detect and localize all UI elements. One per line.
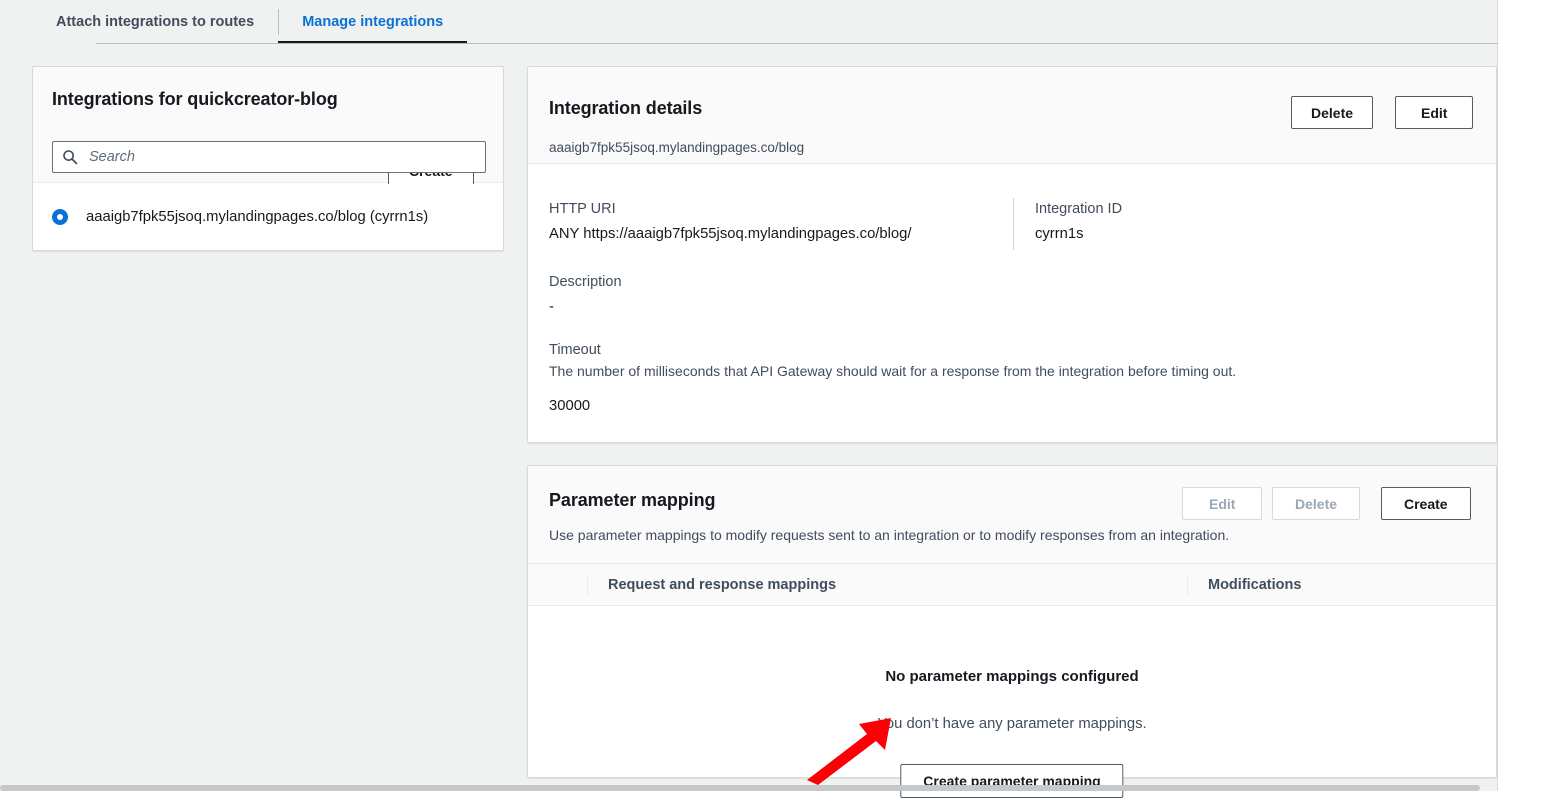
tab-attach-integrations-to-routes[interactable]: Attach integrations to routes [32,0,278,44]
delete-integration-button[interactable]: Delete [1291,96,1374,129]
list-item[interactable]: aaaigb7fpk55jsoq.mylandingpages.co/blog … [33,184,503,250]
parameter-mapping-subtitle: Use parameter mappings to modify request… [549,527,1230,543]
field-value: - [549,299,554,315]
delete-parameter-mapping-button: Delete [1272,487,1361,520]
field-label: HTTP URI [549,201,616,217]
field-integration-id: Integration ID cyrrn1s [1035,201,1435,242]
parameter-mapping-panel: Parameter mapping Use parameter mappings… [527,465,1497,798]
tab-manage-integrations[interactable]: Manage integrations [278,0,468,44]
tab-label: Attach integrations to routes [56,14,255,30]
integrations-list-title: Integrations for quickcreator-blog [52,89,338,109]
column-divider [587,575,588,595]
radio-selected-icon[interactable] [52,209,68,225]
edit-integration-button[interactable]: Edit [1395,96,1474,129]
column-header-request-response-mappings: Request and response mappings [608,577,837,593]
parameter-mapping-table-header: Request and response mappings Modificati… [528,564,1496,606]
search-box[interactable] [52,141,486,173]
tab-underline [96,43,1498,44]
field-timeout: Timeout The number of milliseconds that … [549,342,1469,414]
parameter-mapping-header: Parameter mapping Use parameter mappings… [528,466,1496,564]
tab-list: Attach integrations to routes Manage int… [32,0,468,44]
field-http-uri: HTTP URI ANY https://aaaigb7fpk55jsoq.my… [549,201,1009,242]
integrations-list-panel: Integrations for quickcreator-blog Creat… [32,66,504,251]
field-description: Description - [549,274,1449,315]
page-title: Integration details [549,98,703,118]
empty-state-title: No parameter mappings configured [885,668,1139,685]
empty-state: No parameter mappings configured You don… [528,606,1496,798]
tab-bar: Attach integrations to routes Manage int… [32,0,1498,45]
empty-state-text: You don’t have any parameter mappings. [877,716,1147,732]
console-page: Attach integrations to routes Manage int… [0,0,1498,798]
tab-label: Manage integrations [302,14,444,30]
integration-details-body: HTTP URI ANY https://aaaigb7fpk55jsoq.my… [528,164,1496,442]
field-label: Timeout [549,342,601,358]
integration-item-label: aaaigb7fpk55jsoq.mylandingpages.co/blog … [86,209,429,225]
field-label: Integration ID [1035,201,1123,217]
integrations-list-header: Integrations for quickcreator-blog Creat… [33,67,503,187]
field-value: ANY https://aaaigb7fpk55jsoq.mylandingpa… [549,226,912,242]
field-value: cyrrn1s [1035,226,1084,242]
parameter-mapping-title: Parameter mapping [549,490,716,510]
search-icon [63,150,78,165]
horizontal-scrollbar[interactable] [0,785,1480,791]
integration-details-panel: Integration details aaaigb7fpk55jsoq.myl… [527,66,1497,443]
create-parameter-mapping-button[interactable]: Create parameter mapping [900,764,1124,798]
integration-details-header: Integration details aaaigb7fpk55jsoq.myl… [528,67,1496,164]
field-value: 30000 [549,398,591,414]
column-divider [1013,198,1014,250]
column-divider [1187,575,1188,595]
edit-parameter-mapping-button: Edit [1182,487,1263,520]
create-parameter-mapping-header-button[interactable]: Create [1381,487,1471,520]
search-input[interactable] [87,143,467,171]
field-label: Description [549,274,622,290]
integration-details-subtitle: aaaigb7fpk55jsoq.mylandingpages.co/blog [549,140,805,155]
column-header-modifications: Modifications [1208,577,1302,593]
field-description-text: The number of milliseconds that API Gate… [549,363,1237,379]
